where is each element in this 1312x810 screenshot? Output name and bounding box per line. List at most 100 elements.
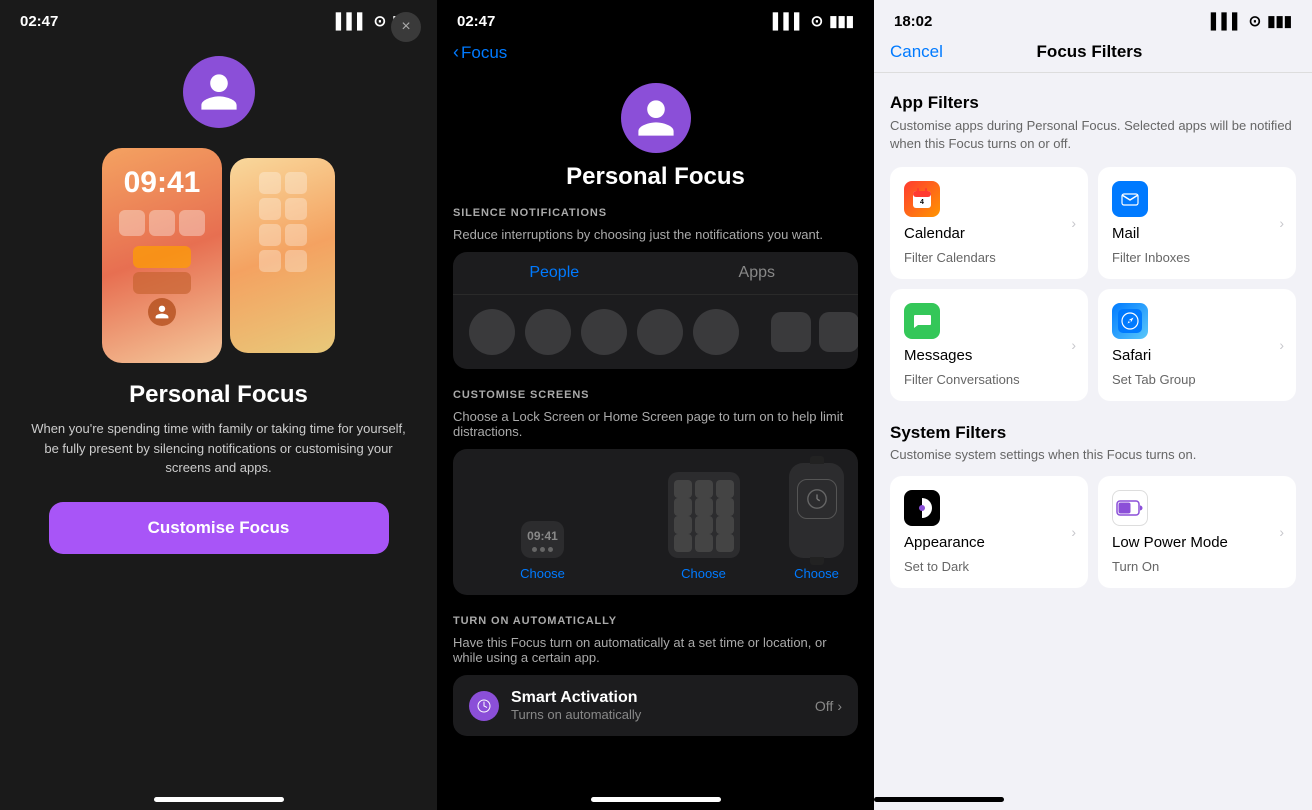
- mini-grid-row-1: [674, 480, 734, 498]
- people-row: [453, 295, 755, 369]
- widget-row-1: [259, 172, 307, 194]
- lowpower-icon: [1112, 490, 1148, 526]
- chevron-left-icon: ‹: [453, 42, 459, 63]
- widget-row-3: [259, 224, 307, 246]
- messages-title: Messages: [904, 347, 1074, 364]
- app-sq-2: [819, 312, 858, 352]
- battery-icon-2: ▮▮▮: [829, 12, 854, 30]
- s3-content: App Filters Customise apps during Person…: [874, 73, 1312, 797]
- safari-title: Safari: [1112, 347, 1282, 364]
- person-avatar-5: [693, 309, 739, 355]
- messages-filter-card[interactable]: Messages Filter Conversations ›: [890, 289, 1088, 401]
- silence-card: People Apps: [453, 252, 858, 369]
- signal-icon-3: ▌▌▌: [1211, 13, 1243, 30]
- watch-mini: [789, 463, 844, 558]
- watch-face: [797, 479, 837, 519]
- calendar-sub: Filter Calendars: [904, 250, 1074, 265]
- customise-focus-button[interactable]: Customise Focus: [49, 502, 389, 554]
- back-button[interactable]: ‹ Focus: [453, 42, 507, 63]
- appearance-icon: [904, 490, 940, 526]
- messages-sub: Filter Conversations: [904, 372, 1074, 387]
- customise-label: CUSTOMISE SCREENS: [453, 389, 858, 401]
- smart-activation-value: Off ›: [815, 698, 842, 714]
- s2-content: SILENCE NOTIFICATIONS Reduce interruptio…: [437, 207, 874, 797]
- mini-grid-row-2: [674, 498, 734, 516]
- mini-grid-row-3: [674, 516, 734, 534]
- widget-row-2: [259, 198, 307, 220]
- lowpower-title: Low Power Mode: [1112, 534, 1282, 551]
- appearance-filter-card[interactable]: Appearance Set to Dark ›: [890, 476, 1088, 588]
- home-screen-mini: [668, 472, 740, 558]
- phone-preview-container: 09:41: [102, 148, 335, 363]
- wifi-icon: ⊙: [374, 12, 387, 30]
- appearance-sub: Set to Dark: [904, 559, 1074, 574]
- person-widget: [148, 298, 176, 326]
- system-filters-grid: Appearance Set to Dark › Low Power Mode …: [890, 476, 1296, 588]
- back-nav: ‹ Focus: [437, 36, 874, 73]
- phone-time: 09:41: [124, 166, 201, 200]
- chevron-right-mail: ›: [1279, 215, 1284, 231]
- screen-previews: 09:41 Choose: [467, 463, 844, 581]
- chevron-right-messages: ›: [1071, 337, 1076, 353]
- app-filters-desc: Customise apps during Personal Focus. Se…: [890, 117, 1296, 153]
- widget-sq-1: [259, 172, 281, 194]
- wifi-icon-2: ⊙: [811, 12, 824, 30]
- battery-icon-3: ▮▮▮: [1267, 12, 1292, 30]
- safari-icon: [1112, 303, 1148, 339]
- person-avatar-2: [525, 309, 571, 355]
- person-icon: [197, 70, 241, 114]
- widget-sq-3: [259, 198, 281, 220]
- lowpower-filter-card[interactable]: Low Power Mode Turn On ›: [1098, 476, 1296, 588]
- choose-label-3[interactable]: Choose: [794, 566, 839, 581]
- signal-icon: ▌▌▌: [336, 13, 368, 30]
- choose-label-2[interactable]: Choose: [681, 566, 726, 581]
- safari-filter-card[interactable]: Safari Set Tab Group ›: [1098, 289, 1296, 401]
- focus-filters-title: Focus Filters: [1037, 42, 1143, 62]
- smart-activation-sub: Turns on automatically: [511, 707, 815, 722]
- lock-screen-preview: 09:41 Choose: [467, 521, 618, 581]
- cancel-button[interactable]: Cancel: [890, 42, 943, 62]
- person-avatar-1: [469, 309, 515, 355]
- system-filters-title: System Filters: [890, 423, 1296, 443]
- person-icon-2: [634, 96, 678, 140]
- calendar-filter-card[interactable]: 4 Calendar Filter Calendars ›: [890, 167, 1088, 279]
- wide-widget-1: [133, 246, 191, 268]
- watch-face-icon: [806, 488, 828, 510]
- phone-mock-left: 09:41: [102, 148, 222, 363]
- tab-apps[interactable]: Apps: [656, 252, 859, 294]
- person-avatar-3: [581, 309, 627, 355]
- s3-header: Cancel Focus Filters: [874, 36, 1312, 73]
- status-bar-2: 02:47 ▌▌▌ ⊙ ▮▮▮: [437, 0, 874, 36]
- screens-card: 09:41 Choose: [453, 449, 858, 595]
- auto-label: TURN ON AUTOMATICALLY: [453, 615, 858, 627]
- s1-description: When you're spending time with family or…: [0, 419, 437, 478]
- chevron-right-appearance: ›: [1071, 524, 1076, 540]
- smart-activation-row[interactable]: Smart Activation Turns on automatically …: [453, 675, 858, 736]
- choose-label-1[interactable]: Choose: [520, 566, 565, 581]
- signal-icon-2: ▌▌▌: [773, 13, 805, 30]
- app-icon-1: [119, 210, 145, 236]
- messages-icon: [904, 303, 940, 339]
- chevron-right-lowpower: ›: [1279, 524, 1284, 540]
- close-button[interactable]: ×: [391, 12, 421, 42]
- lock-screen-mini: 09:41: [521, 521, 564, 558]
- mini-lock-time: 09:41: [527, 529, 558, 543]
- status-icons-3: ▌▌▌ ⊙ ▮▮▮: [1211, 12, 1292, 30]
- mail-filter-card[interactable]: Mail Filter Inboxes ›: [1098, 167, 1296, 279]
- wide-widget-2: [133, 272, 191, 294]
- safari-sub: Set Tab Group: [1112, 372, 1282, 387]
- home-screen-preview: Choose: [628, 472, 779, 581]
- mail-title: Mail: [1112, 225, 1282, 242]
- widget-sq-6: [285, 224, 307, 246]
- app-filters-title: App Filters: [890, 93, 1296, 113]
- tab-people[interactable]: People: [453, 252, 656, 294]
- lowpower-sub: Turn On: [1112, 559, 1282, 574]
- status-bar-1: 02:47 ▌▌▌ ⊙ ▮▮▮: [0, 0, 437, 36]
- smart-activation-text: Smart Activation Turns on automatically: [511, 689, 815, 722]
- svg-text:4: 4: [920, 199, 924, 206]
- s2-avatar: [621, 83, 691, 153]
- smart-activation-icon: [469, 691, 499, 721]
- widget-row-4: [259, 250, 307, 272]
- chevron-right-safari: ›: [1279, 337, 1284, 353]
- mini-dots: [532, 547, 553, 552]
